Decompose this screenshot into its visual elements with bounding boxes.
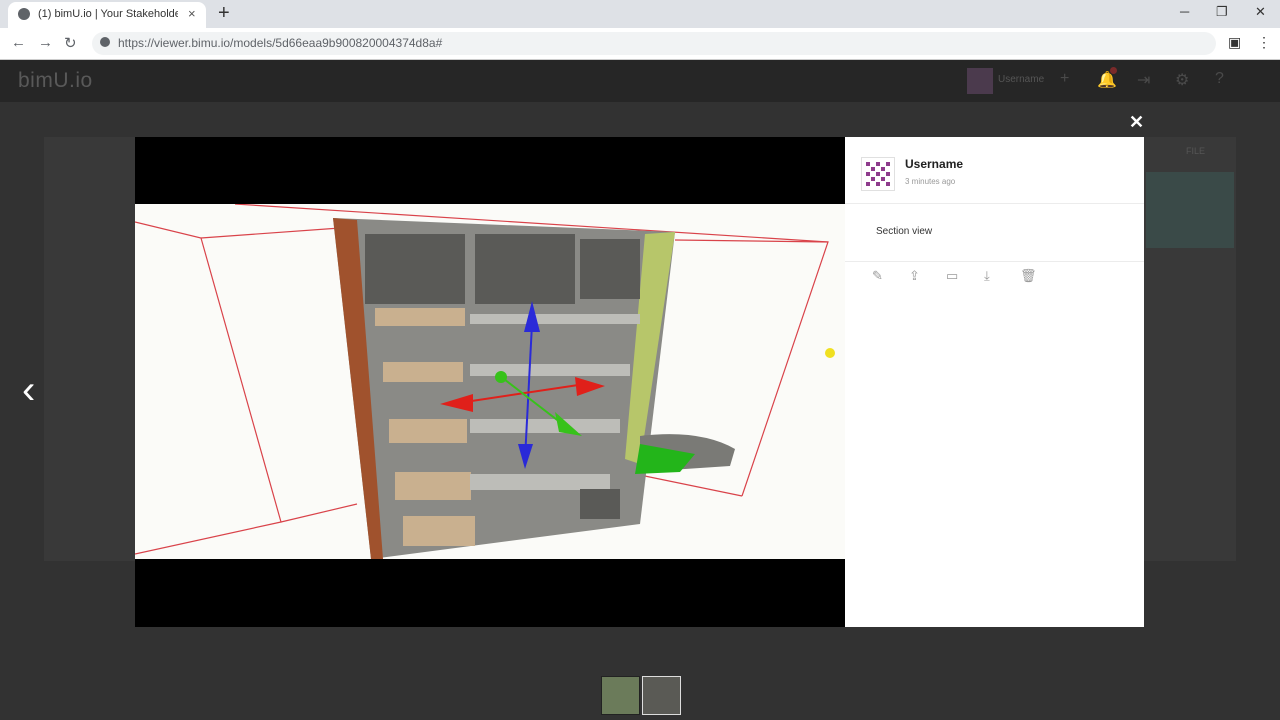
menu-icon[interactable]: ⋮ — [1257, 34, 1271, 51]
site-info-icon[interactable] — [100, 37, 110, 47]
url-text: https://viewer.bimu.io/models/5d66eaa9b9… — [118, 36, 443, 50]
browser-tabstrip: (1) bimU.io | Your Stakeholders, Y × + ─… — [0, 0, 1280, 28]
window-close-button[interactable]: ✕ — [1255, 4, 1266, 20]
account-icon[interactable]: ▣ — [1228, 34, 1241, 51]
previous-arrow-icon[interactable]: ‹ — [22, 370, 35, 410]
globe-icon — [18, 8, 30, 20]
timestamp: 3 minutes ago — [905, 177, 956, 186]
minimize-button[interactable]: ─ — [1180, 4, 1189, 19]
background-file-label: FILE — [1186, 146, 1206, 156]
snapshot-viewer — [135, 137, 845, 627]
open-in-viewer-icon[interactable]: ⇪ — [909, 268, 920, 284]
add-icon[interactable]: + — [1060, 70, 1069, 88]
app-logo[interactable]: bimU.io — [18, 69, 93, 93]
browser-toolbar: ← → ↻ https://viewer.bimu.io/models/5d66… — [0, 28, 1280, 60]
gear-icon[interactable]: ⚙ — [1175, 70, 1189, 90]
header-avatar[interactable] — [967, 68, 993, 94]
forward-button[interactable]: → — [38, 34, 53, 51]
app-header: bimU.io Username + 🔔 ⇥ ⚙ ? — [0, 60, 1280, 102]
help-icon[interactable]: ? — [1215, 70, 1224, 88]
tab-close-icon[interactable]: × — [188, 6, 196, 21]
divider — [845, 203, 1144, 204]
tab-title: (1) bimU.io | Your Stakeholders, Y — [38, 8, 178, 20]
address-bar[interactable]: https://viewer.bimu.io/models/5d66eaa9b9… — [92, 32, 1216, 55]
snapshot-note: Section view — [876, 226, 933, 237]
restore-button[interactable]: ❐ — [1216, 4, 1228, 20]
thumbnail-2-selected[interactable] — [642, 676, 681, 715]
delete-icon[interactable]: 🗑 — [1020, 268, 1037, 284]
model-render[interactable] — [135, 204, 845, 559]
close-viewer-icon[interactable]: ✕ — [1129, 112, 1144, 133]
back-button[interactable]: ← — [11, 34, 26, 51]
snapshot-details-panel: Username 3 minutes ago Section view ✎ ⇪ … — [845, 137, 1144, 627]
reload-button[interactable]: ↻ — [64, 34, 77, 52]
user-avatar — [861, 157, 895, 191]
edit-icon[interactable]: ✎ — [872, 268, 883, 284]
header-username[interactable]: Username — [998, 74, 1044, 85]
author-name: Username — [905, 157, 964, 171]
new-tab-button[interactable]: + — [218, 2, 230, 25]
exit-icon[interactable]: ⇥ — [1137, 70, 1150, 90]
display-icon[interactable]: ▭ — [946, 268, 958, 284]
section-view-image — [135, 204, 835, 559]
notification-badge — [1110, 67, 1117, 74]
thumbnail-1[interactable] — [601, 676, 640, 715]
divider — [845, 261, 1144, 262]
browser-tab[interactable]: (1) bimU.io | Your Stakeholders, Y × — [8, 2, 206, 28]
download-icon[interactable]: ⤓ — [984, 268, 990, 284]
background-model-thumbnail — [1146, 172, 1234, 248]
